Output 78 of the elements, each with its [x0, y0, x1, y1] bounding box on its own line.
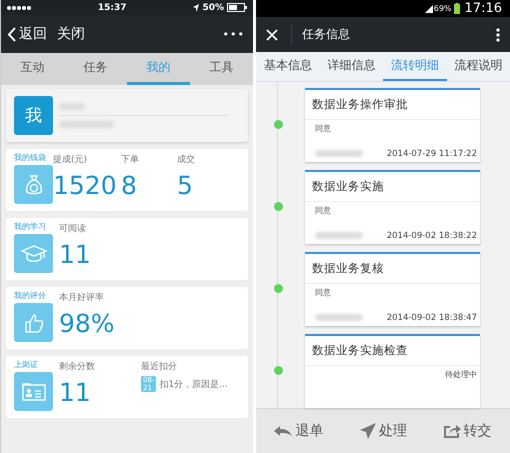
- card-title: 上岗证: [14, 359, 39, 370]
- status-time: 15:37: [96, 2, 128, 12]
- timeline-dot: [274, 120, 283, 130]
- location-icon: [193, 4, 200, 12]
- reply-icon: [274, 424, 292, 437]
- stat-label: 可阅读: [59, 222, 87, 235]
- step-time: 2014-09-02 18:38:47: [386, 312, 477, 323]
- stat-label: 提成(元): [53, 154, 88, 166]
- redacted-text: [315, 150, 363, 158]
- tab[interactable]: 流转明细: [383, 52, 446, 81]
- step-title: 数据业务操作审批: [305, 90, 480, 120]
- graduation-cap-icon: [20, 244, 46, 262]
- step-title: 数据业务复核: [305, 254, 480, 284]
- battery-level: 50%: [202, 2, 224, 12]
- tab[interactable]: 流程说明: [446, 52, 510, 81]
- step-opinion: 同意: [315, 286, 332, 298]
- tab[interactable]: 工具: [190, 53, 253, 85]
- stat-value: 98%: [59, 308, 116, 340]
- stat-label: 成交: [177, 154, 196, 166]
- chevron-left-icon: [7, 26, 16, 42]
- stat-value: 11: [59, 377, 92, 409]
- step-card[interactable]: 数据业务复核 同意 2014-09-02 18:38:47: [305, 252, 480, 326]
- avatar: 我: [14, 96, 53, 135]
- back-button[interactable]: 返回: [7, 25, 47, 43]
- summary-card[interactable]: 我的学习 可阅读 11: [6, 218, 248, 280]
- stat-label: 最近扣分: [141, 360, 178, 373]
- step-status: 待处理中: [445, 368, 477, 380]
- share-icon: [444, 423, 461, 438]
- stat-label: 剩余分数: [59, 360, 96, 373]
- battery-icon: [454, 3, 460, 14]
- step-time: 2014-07-29 11:17:22: [386, 148, 477, 159]
- step-time: 2014-09-02 18:38:22: [386, 230, 477, 241]
- timeline-dot: [274, 366, 283, 376]
- step-card[interactable]: 数据业务实施检查 待处理中: [305, 334, 480, 408]
- timeline-dot: [274, 202, 283, 212]
- id-card-icon: [22, 382, 46, 400]
- timeline-dot: [274, 284, 283, 294]
- thumbs-up-icon: [22, 312, 44, 334]
- card-title: 我的学习: [14, 221, 47, 232]
- tab[interactable]: 任务: [64, 53, 127, 85]
- more-icon: [496, 28, 500, 42]
- action-button[interactable]: 退单: [274, 422, 324, 440]
- signal-icon: [7, 6, 31, 10]
- tab[interactable]: 详细信息: [320, 52, 383, 81]
- close-button[interactable]: 关闭: [57, 25, 85, 43]
- redacted-text: [315, 232, 363, 240]
- close-icon: [266, 28, 278, 41]
- card-title: 我的评分: [14, 290, 47, 301]
- send-icon: [360, 422, 376, 439]
- menu-button[interactable]: [496, 28, 500, 42]
- signal-icon: [424, 4, 433, 13]
- step-opinion: 同意: [315, 204, 332, 216]
- battery-level: 69%: [434, 4, 452, 14]
- stat-value: 5: [177, 170, 194, 202]
- redacted-text: [315, 314, 363, 322]
- action-button[interactable]: 处理: [360, 422, 407, 440]
- stat-value: 1520: [53, 170, 118, 202]
- stat-value: 11: [59, 239, 92, 271]
- status-time: 17:16: [464, 1, 502, 16]
- close-button[interactable]: [266, 24, 292, 46]
- stat-label: 下单: [121, 154, 140, 166]
- summary-card[interactable]: 我的钱袋 提成(元) 1520 下单 8 成交 5: [6, 149, 248, 211]
- summary-card[interactable]: 我的评分 本月好评率 98%: [6, 287, 248, 349]
- card-title: 我的钱袋: [14, 152, 47, 163]
- tab[interactable]: 基本信息: [256, 52, 320, 81]
- action-button[interactable]: 转交: [444, 422, 492, 440]
- step-title: 数据业务实施: [305, 172, 480, 202]
- stat-label: 本月好评率: [59, 292, 105, 304]
- more-button[interactable]: •••: [222, 28, 245, 40]
- deduction-text: 扣1分，原因是...: [159, 378, 228, 390]
- step-opinion: 同意: [315, 122, 332, 134]
- battery-icon: [227, 3, 247, 12]
- step-card[interactable]: 数据业务操作审批 同意 2014-07-29 11:17:22: [305, 88, 480, 162]
- screen-title: 任务信息: [302, 26, 350, 44]
- tab[interactable]: 互动: [1, 53, 64, 85]
- step-card[interactable]: 数据业务实施 同意 2014-09-02 18:38:22: [305, 170, 480, 244]
- stat-value: 8: [121, 170, 138, 202]
- step-title: 数据业务实施检查: [305, 336, 480, 366]
